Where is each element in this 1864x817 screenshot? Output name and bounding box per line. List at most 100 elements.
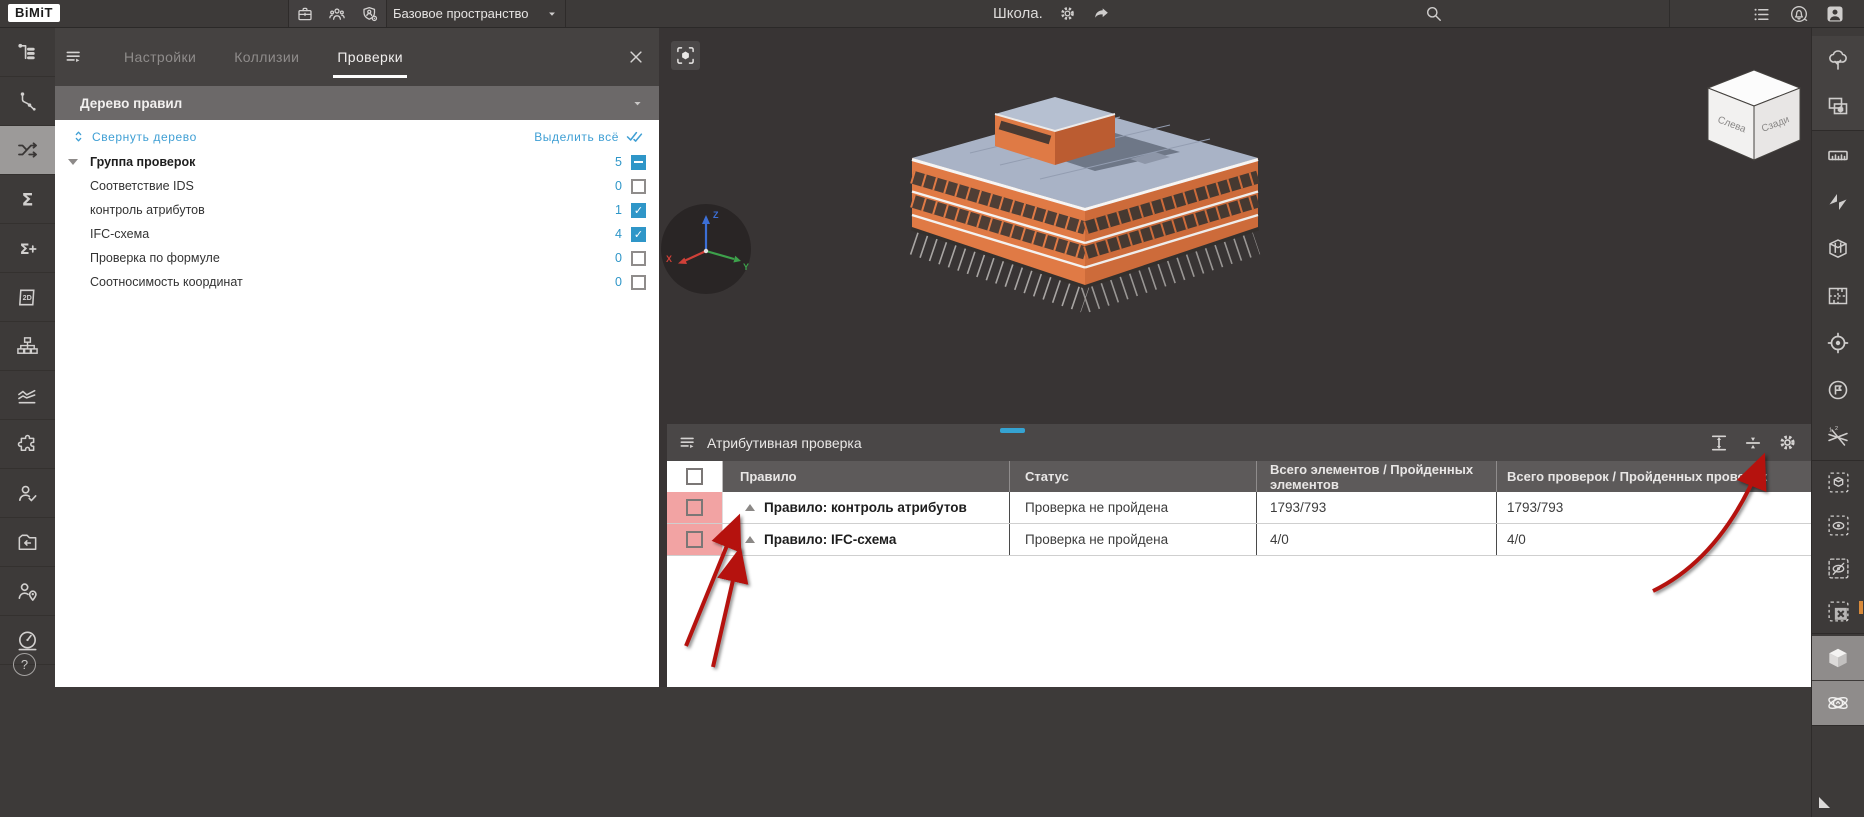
left-tool-rail: Σ Σ 2D (0, 28, 55, 817)
rule-tree-dropdown[interactable]: Дерево правил (55, 86, 659, 120)
project-title: Школа. (993, 5, 1043, 22)
viewport-3d[interactable]: Z Y X Слева Сзади Атрибутивная проверка (659, 28, 1812, 687)
select-all-checkbox[interactable] (686, 468, 703, 485)
close-icon[interactable] (627, 48, 645, 66)
rule-checks: 4/0 (1507, 532, 1526, 547)
axis-gizmo[interactable]: Z Y X (659, 202, 753, 296)
show-selection-icon[interactable] (1812, 504, 1864, 547)
tree-item[interactable]: IFC-схема 4 (55, 222, 659, 246)
charts-trend-icon[interactable] (0, 371, 55, 420)
axis-x-label: X (666, 254, 672, 264)
list-menu-icon[interactable] (1752, 5, 1771, 24)
fit-view-icon[interactable] (671, 41, 700, 70)
shaded-view-cube-icon[interactable] (1812, 636, 1864, 680)
tree-item-label: Проверка по формуле (90, 251, 220, 265)
clear-selection-icon[interactable] (1812, 590, 1864, 633)
orbit-mode-icon[interactable] (1812, 681, 1864, 725)
tree-item-checkbox[interactable] (631, 226, 646, 242)
project-settings-gear-icon[interactable] (1058, 4, 1077, 23)
row-expand-icon[interactable] (745, 504, 755, 511)
tree-item-label: Соотносимость координат (90, 275, 243, 289)
section-box-icon[interactable] (1812, 225, 1864, 272)
flag-marker-icon[interactable] (1812, 366, 1864, 413)
shared-folder-icon[interactable] (0, 518, 55, 567)
row-expand-icon[interactable] (745, 536, 755, 543)
tree-item-count: 0 (615, 251, 622, 265)
model-tree-icon[interactable] (0, 28, 55, 77)
share-icon[interactable] (1092, 4, 1111, 23)
plugins-puzzle-icon[interactable] (0, 420, 55, 469)
section-plane-icon[interactable] (1812, 178, 1864, 225)
tree-item-count: 4 (615, 227, 622, 241)
user-approve-icon[interactable] (0, 469, 55, 518)
tab-settings[interactable]: Настройки (124, 49, 196, 65)
measure-ruler-icon[interactable] (1812, 131, 1864, 178)
sum-icon[interactable]: Σ (0, 175, 55, 224)
clipped-edge-marker (1859, 601, 1863, 614)
topbar-divider (1669, 0, 1670, 27)
row-flag-cell (667, 524, 723, 555)
row-checkbox[interactable] (686, 531, 703, 548)
axes-intersection-icon[interactable]: 12 (1812, 413, 1864, 460)
notifications-bell-icon[interactable] (1789, 4, 1809, 24)
user-location-icon[interactable] (0, 567, 55, 616)
tree-item[interactable]: Группа проверок 5 (55, 150, 659, 174)
team-icon[interactable] (328, 5, 346, 23)
collapse-rows-icon[interactable] (1740, 430, 1766, 456)
column-header-rule[interactable]: Правило (723, 461, 1010, 492)
collapse-tree-link[interactable]: Свернуть дерево (72, 130, 197, 144)
attribute-check-panel: Атрибутивная проверка Правило Статус Все… (667, 424, 1812, 687)
structure-orgchart-icon[interactable] (0, 322, 55, 371)
isolate-selection-icon[interactable] (1812, 461, 1864, 504)
workspace-selector[interactable]: Базовое пространство (385, 0, 566, 27)
tree-item-checkbox[interactable] (631, 154, 646, 170)
tree-item[interactable]: контроль атрибутов 1 (55, 198, 659, 222)
floor-plan-icon[interactable] (1812, 272, 1864, 319)
locate-target-icon[interactable] (1812, 319, 1864, 366)
attribute-check-header: Атрибутивная проверка (667, 424, 1812, 461)
panel-resize-handle[interactable] (1000, 428, 1025, 433)
svg-text:Σ: Σ (22, 190, 34, 210)
tree-item[interactable]: Соотносимость координат 0 (55, 270, 659, 294)
table-row[interactable]: Правило: контроль атрибутов Проверка не … (667, 492, 1812, 524)
resize-grip[interactable] (1819, 797, 1830, 808)
tree-item[interactable]: Проверка по формуле 0 (55, 246, 659, 270)
svg-text:2: 2 (1835, 425, 1838, 431)
checks-shuffle-icon[interactable] (0, 126, 55, 175)
search-icon[interactable] (1424, 4, 1443, 23)
rule-elements: 4/0 (1257, 524, 1497, 555)
tree-item-checkbox[interactable] (631, 178, 646, 194)
selection-frames-icon[interactable] (1812, 83, 1864, 130)
help-button[interactable]: ? (13, 653, 36, 676)
environment-tree-icon[interactable] (1812, 36, 1864, 83)
relations-branch-icon[interactable] (0, 77, 55, 126)
collapse-updown-icon (75, 131, 82, 142)
sum-add-icon[interactable]: Σ (0, 224, 55, 273)
column-header-status[interactable]: Статус (1010, 461, 1257, 492)
hide-selection-icon[interactable] (1812, 547, 1864, 590)
briefcase-icon[interactable] (296, 5, 314, 23)
tab-collisions[interactable]: Коллизии (234, 49, 299, 65)
tab-checks[interactable]: Проверки (333, 49, 407, 78)
roles-shield-icon[interactable] (361, 5, 379, 23)
attribute-check-title: Атрибутивная проверка (707, 434, 862, 451)
tree-item[interactable]: Соответствие IDS 0 (55, 174, 659, 198)
row-checkbox[interactable] (686, 499, 703, 516)
table-settings-gear-icon[interactable] (1774, 430, 1800, 456)
fit-height-icon[interactable] (1706, 430, 1732, 456)
building-model[interactable] (850, 95, 1320, 345)
navigation-cube[interactable]: Слева Сзади (1702, 64, 1806, 164)
select-all-link[interactable]: Выделить всё (534, 129, 646, 144)
tree-item-checkbox[interactable] (631, 202, 646, 218)
expander-icon[interactable] (68, 159, 78, 165)
tree-item-checkbox[interactable] (631, 274, 646, 290)
tree-item-count: 0 (615, 275, 622, 289)
table-row[interactable]: Правило: IFC-схема Проверка не пройдена … (667, 524, 1812, 556)
column-header-elements[interactable]: Всего элементов / Пройденных элементов (1257, 461, 1497, 492)
panel-menu-icon[interactable] (676, 431, 700, 455)
column-header-checks[interactable]: Всего проверок / Пройденных проверок (1497, 461, 1812, 492)
drawings-2d-icon[interactable]: 2D (0, 273, 55, 322)
panel-menu-icon[interactable] (62, 45, 86, 69)
tree-item-checkbox[interactable] (631, 250, 646, 266)
account-icon[interactable] (1825, 4, 1845, 24)
